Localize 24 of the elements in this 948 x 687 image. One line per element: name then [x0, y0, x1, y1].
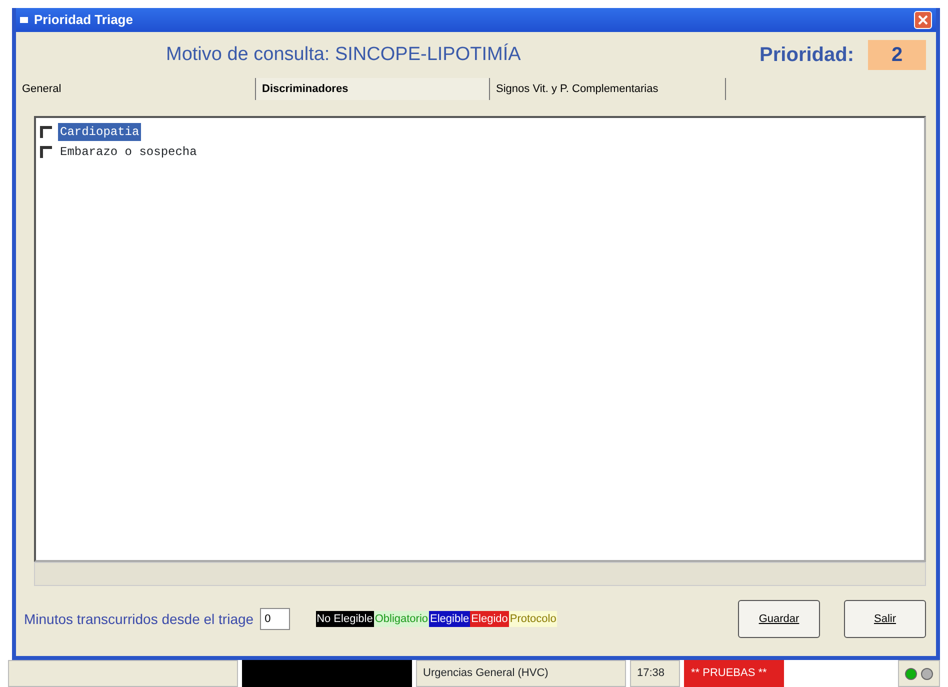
- consultation-reason: Motivo de consulta: SINCOPE-LIPOTIMÍA: [166, 42, 521, 67]
- legend-tag: Protocolo: [508, 610, 558, 628]
- close-button[interactable]: [914, 11, 932, 29]
- legend-tag: Obligatorio: [374, 610, 430, 628]
- action-button[interactable]: Guardar: [738, 600, 820, 638]
- window-icon: [20, 17, 28, 23]
- priority-value: 2: [868, 40, 926, 70]
- priority-label: Prioridad:: [760, 43, 854, 68]
- legend-tag: Elegible: [429, 610, 470, 628]
- tab[interactable]: Discriminadores: [256, 78, 490, 100]
- window-title: Prioridad Triage: [34, 11, 133, 30]
- status-cell: 17:38: [630, 660, 680, 687]
- minutes-label: Minutos transcurridos desde el triage: [24, 610, 254, 629]
- discriminator-item[interactable]: Cardiopatia: [58, 123, 142, 141]
- minutes-field[interactable]: 0: [260, 608, 290, 630]
- checkbox[interactable]: [40, 126, 52, 138]
- legend-tag: Elegido: [470, 610, 509, 628]
- tab[interactable]: Signos Vit. y P. Complementarias: [490, 78, 726, 100]
- status-alert: ** PRUEBAS **: [684, 660, 784, 687]
- action-button[interactable]: Salir: [844, 600, 926, 638]
- discriminator-item[interactable]: Embarazo o sospecha: [58, 143, 199, 161]
- checkbox[interactable]: [40, 146, 52, 158]
- legend-tag: No Elegible: [316, 610, 374, 628]
- status-cell: Urgencias General (HVC): [416, 660, 626, 687]
